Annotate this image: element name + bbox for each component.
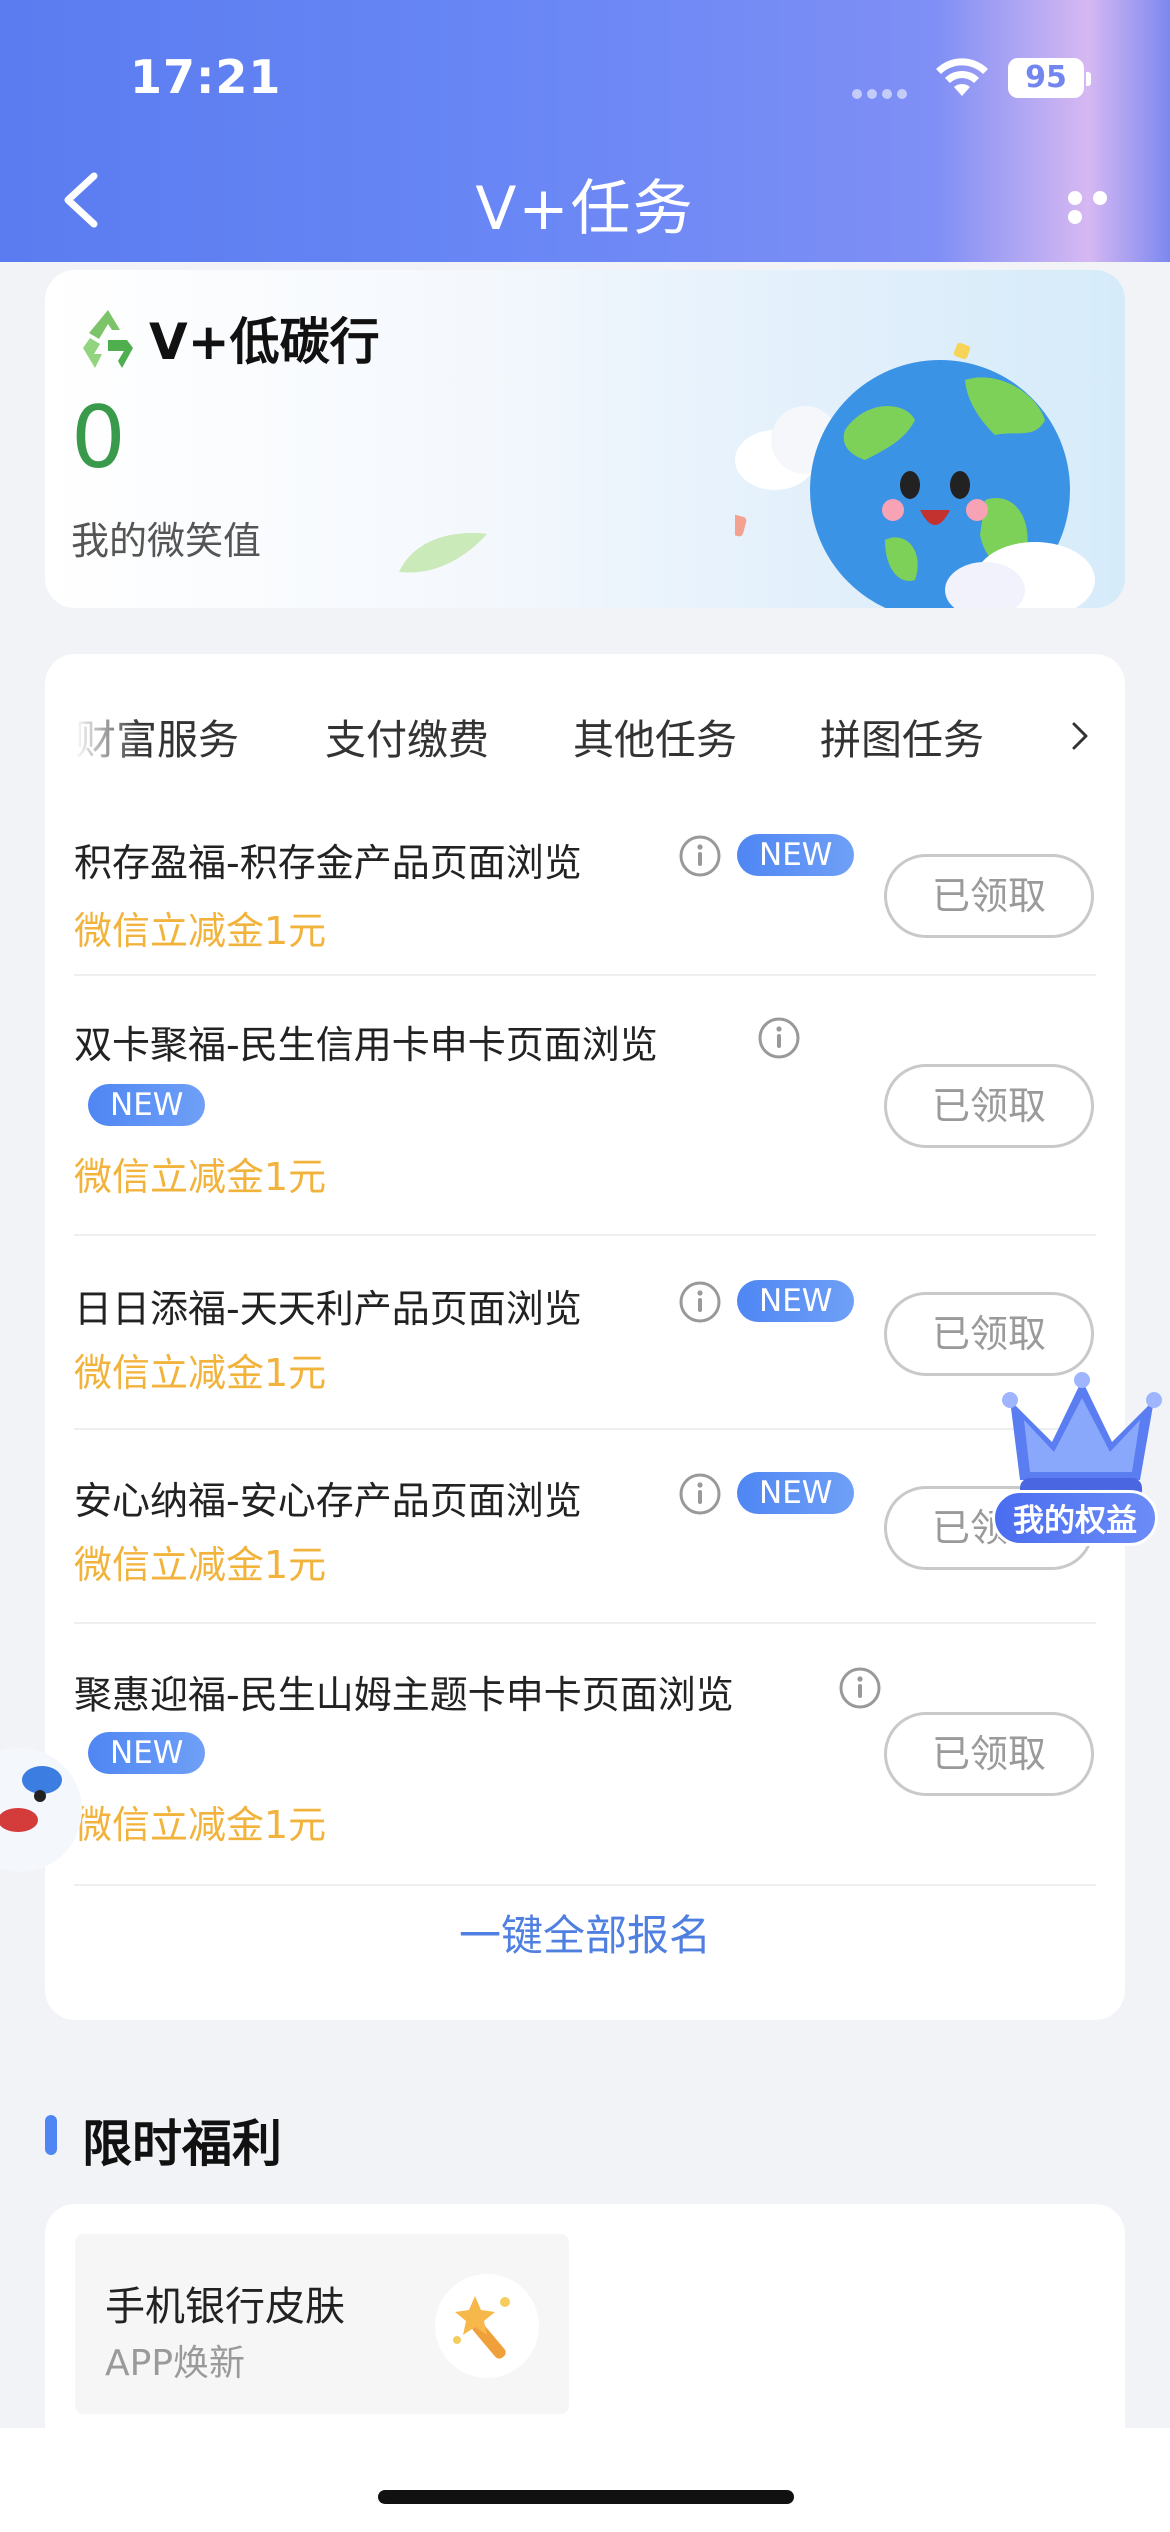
chevron-right-icon[interactable]	[1065, 716, 1095, 756]
task-row: 积存盈福-积存金产品页面浏览 NEW 微信立减金1元 已领取	[74, 814, 1096, 976]
task-reward: 微信立减金1元	[74, 909, 327, 953]
low-carbon-banner[interactable]: V+低碳行 0 我的微笑值	[45, 270, 1125, 608]
smiling-earth-icon	[735, 342, 1095, 608]
task-row: 双卡聚福-民生信用卡申卡页面浏览 NEW 微信立减金1元 已领取	[74, 976, 1096, 1236]
tab-payment[interactable]: 支付缴费	[325, 706, 489, 766]
new-badge: NEW	[737, 1280, 855, 1322]
benefit-item[interactable]: 手机银行皮肤 APP焕新	[75, 2234, 569, 2414]
claimed-button[interactable]: 已领取	[884, 1064, 1094, 1148]
magic-wand-icon	[435, 2274, 539, 2378]
benefit-title: 手机银行皮肤	[105, 2284, 345, 2330]
wifi-icon	[936, 58, 988, 96]
tab-wealth-service[interactable]: 财富服务	[75, 706, 239, 766]
task-title: 日日添福-天天利产品页面浏览	[74, 1287, 582, 1331]
new-badge: NEW	[737, 834, 855, 876]
task-title: 积存盈福-积存金产品页面浏览	[74, 841, 582, 885]
task-title: 聚惠迎福-民生山姆主题卡申卡页面浏览	[74, 1673, 734, 1717]
smile-value: 0	[71, 388, 126, 488]
new-badge: NEW	[88, 1084, 206, 1126]
claimed-button[interactable]: 已领取	[884, 854, 1094, 938]
task-reward: 微信立减金1元	[74, 1155, 327, 1199]
task-reward: 微信立减金1元	[74, 1543, 327, 1587]
top-header: 17:21 95 V+任务	[0, 0, 1170, 262]
claimed-button[interactable]: 已领取	[884, 1712, 1094, 1796]
tab-puzzle-tasks[interactable]: 拼图任务	[820, 706, 984, 766]
section-accent-bar	[45, 2115, 57, 2155]
task-row: 聚惠迎福-民生山姆主题卡申卡页面浏览 NEW 微信立减金1元 已领取	[74, 1624, 1096, 1886]
benefit-subtitle: APP焕新	[105, 2343, 246, 2384]
leaf-decoration-icon	[399, 533, 487, 573]
info-icon[interactable]	[838, 1666, 882, 1710]
signup-all-button[interactable]: 一键全部报名	[45, 1902, 1125, 1963]
task-title: 安心纳福-安心存产品页面浏览	[74, 1479, 582, 1523]
bottom-safe-area	[0, 2428, 1170, 2532]
task-reward: 微信立减金1元	[74, 1803, 327, 1847]
banner-title: V+低碳行	[149, 313, 380, 371]
home-indicator[interactable]	[378, 2490, 794, 2504]
task-title: 双卡聚福-民生信用卡申卡页面浏览	[74, 1023, 658, 1067]
new-badge: NEW	[737, 1472, 855, 1514]
section-title: 限时福利	[82, 2115, 282, 2173]
task-list-card: 财富服务 支付缴费 其他任务 拼图任务 积存盈福-积存金产品页面浏览 NEW 微…	[45, 654, 1125, 2020]
tab-other-tasks[interactable]: 其他任务	[573, 706, 737, 766]
new-badge: NEW	[88, 1732, 206, 1774]
info-icon[interactable]	[757, 1016, 801, 1060]
info-icon[interactable]	[678, 1280, 722, 1324]
task-reward: 微信立减金1元	[74, 1351, 327, 1395]
task-tabs: 财富服务 支付缴费 其他任务 拼图任务	[45, 706, 1125, 776]
mascot-icon[interactable]	[0, 1730, 100, 1880]
page-title: V+任务	[475, 174, 695, 244]
task-row: 日日添福-天天利产品页面浏览 NEW 微信立减金1元 已领取	[74, 1236, 1096, 1430]
my-benefits-label[interactable]: 我的权益	[992, 1490, 1158, 1546]
status-time: 17:21	[130, 50, 282, 104]
task-row: 安心纳福-安心存产品页面浏览 NEW 微信立减金1元 已领取	[74, 1430, 1096, 1624]
info-icon[interactable]	[678, 1472, 722, 1516]
smile-label: 我的微笑值	[71, 519, 262, 563]
more-dots-icon[interactable]	[1068, 190, 1142, 224]
recycle-icon	[83, 310, 133, 368]
battery-indicator: 95	[1008, 58, 1091, 98]
cellular-signal-icon	[852, 84, 914, 99]
info-icon[interactable]	[678, 834, 722, 878]
